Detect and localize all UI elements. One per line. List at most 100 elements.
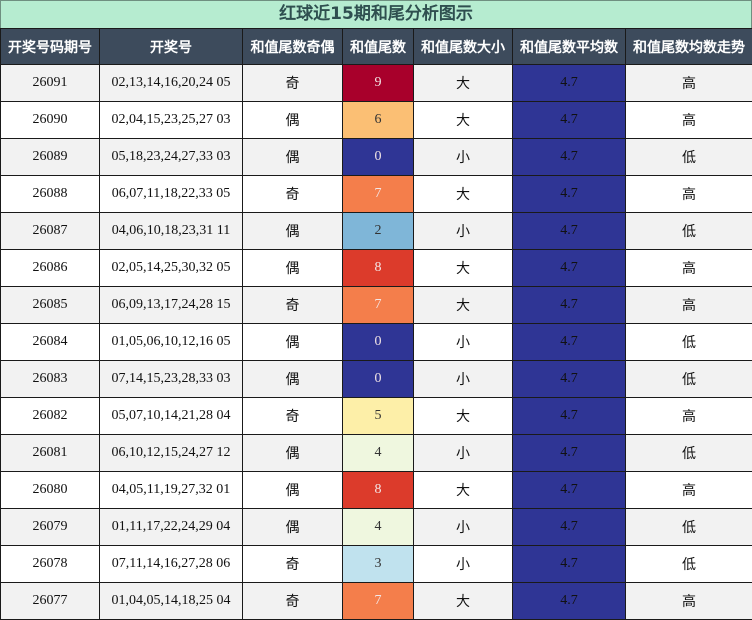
table-row: 2607807,11,14,16,27,28 06奇3小4.7低 bbox=[1, 546, 752, 583]
tail-cell: 7 bbox=[343, 583, 414, 620]
parity-cell: 偶 bbox=[243, 324, 343, 361]
numbers-cell: 06,10,12,15,24,27 12 bbox=[100, 435, 243, 472]
parity-cell: 偶 bbox=[243, 472, 343, 509]
header-tail: 和值尾数 bbox=[343, 29, 414, 65]
trend-cell: 低 bbox=[626, 324, 752, 361]
average-cell: 4.7 bbox=[513, 213, 626, 250]
table-row: 2608307,14,15,23,28,33 03偶0小4.7低 bbox=[1, 361, 752, 398]
parity-cell: 偶 bbox=[243, 250, 343, 287]
numbers-cell: 02,05,14,25,30,32 05 bbox=[100, 250, 243, 287]
tail-cell: 8 bbox=[343, 472, 414, 509]
numbers-cell: 01,04,05,14,18,25 04 bbox=[100, 583, 243, 620]
tail-cell: 6 bbox=[343, 102, 414, 139]
size-cell: 大 bbox=[414, 398, 513, 435]
numbers-cell: 06,09,13,17,24,28 15 bbox=[100, 287, 243, 324]
size-cell: 小 bbox=[414, 213, 513, 250]
header-trend: 和值尾数均数走势 bbox=[626, 29, 752, 65]
table-row: 2608506,09,13,17,24,28 15奇7大4.7高 bbox=[1, 287, 752, 324]
average-cell: 4.7 bbox=[513, 250, 626, 287]
header-average: 和值尾数平均数 bbox=[513, 29, 626, 65]
issue-cell: 26080 bbox=[1, 472, 100, 509]
parity-cell: 奇 bbox=[243, 287, 343, 324]
parity-cell: 偶 bbox=[243, 509, 343, 546]
trend-cell: 高 bbox=[626, 65, 752, 102]
trend-cell: 低 bbox=[626, 213, 752, 250]
issue-cell: 26081 bbox=[1, 435, 100, 472]
tail-cell: 2 bbox=[343, 213, 414, 250]
average-cell: 4.7 bbox=[513, 65, 626, 102]
issue-cell: 26089 bbox=[1, 139, 100, 176]
average-cell: 4.7 bbox=[513, 139, 626, 176]
parity-cell: 奇 bbox=[243, 583, 343, 620]
tail-cell: 7 bbox=[343, 176, 414, 213]
parity-cell: 奇 bbox=[243, 176, 343, 213]
size-cell: 小 bbox=[414, 139, 513, 176]
numbers-cell: 07,14,15,23,28,33 03 bbox=[100, 361, 243, 398]
size-cell: 小 bbox=[414, 324, 513, 361]
trend-cell: 高 bbox=[626, 472, 752, 509]
issue-cell: 26084 bbox=[1, 324, 100, 361]
analysis-figure: 红球近15期和尾分析图示 开奖号码期号 开奖号 和值尾数奇偶 和值尾数 和值尾数… bbox=[0, 0, 752, 618]
header-numbers: 开奖号 bbox=[100, 29, 243, 65]
trend-cell: 高 bbox=[626, 250, 752, 287]
trend-cell: 高 bbox=[626, 102, 752, 139]
trend-cell: 高 bbox=[626, 287, 752, 324]
size-cell: 大 bbox=[414, 583, 513, 620]
size-cell: 大 bbox=[414, 176, 513, 213]
parity-cell: 偶 bbox=[243, 139, 343, 176]
numbers-cell: 02,04,15,23,25,27 03 bbox=[100, 102, 243, 139]
issue-cell: 26087 bbox=[1, 213, 100, 250]
tail-cell: 7 bbox=[343, 287, 414, 324]
parity-cell: 偶 bbox=[243, 102, 343, 139]
tail-cell: 5 bbox=[343, 398, 414, 435]
parity-cell: 奇 bbox=[243, 65, 343, 102]
trend-cell: 高 bbox=[626, 583, 752, 620]
average-cell: 4.7 bbox=[513, 509, 626, 546]
numbers-cell: 01,05,06,10,12,16 05 bbox=[100, 324, 243, 361]
numbers-cell: 04,05,11,19,27,32 01 bbox=[100, 472, 243, 509]
table-row: 2608806,07,11,18,22,33 05奇7大4.7高 bbox=[1, 176, 752, 213]
parity-cell: 奇 bbox=[243, 546, 343, 583]
size-cell: 大 bbox=[414, 65, 513, 102]
numbers-cell: 05,07,10,14,21,28 04 bbox=[100, 398, 243, 435]
issue-cell: 26086 bbox=[1, 250, 100, 287]
tail-cell: 4 bbox=[343, 509, 414, 546]
parity-cell: 偶 bbox=[243, 361, 343, 398]
figure-title: 红球近15期和尾分析图示 bbox=[0, 0, 752, 29]
issue-cell: 26085 bbox=[1, 287, 100, 324]
issue-cell: 26088 bbox=[1, 176, 100, 213]
numbers-cell: 01,11,17,22,24,29 04 bbox=[100, 509, 243, 546]
table-row: 2608401,05,06,10,12,16 05偶0小4.7低 bbox=[1, 324, 752, 361]
tail-cell: 9 bbox=[343, 65, 414, 102]
tail-cell: 3 bbox=[343, 546, 414, 583]
size-cell: 小 bbox=[414, 361, 513, 398]
table-row: 2609102,13,14,16,20,24 05奇9大4.7高 bbox=[1, 65, 752, 102]
tail-cell: 0 bbox=[343, 139, 414, 176]
tail-cell: 4 bbox=[343, 435, 414, 472]
average-cell: 4.7 bbox=[513, 546, 626, 583]
average-cell: 4.7 bbox=[513, 398, 626, 435]
tail-cell: 0 bbox=[343, 361, 414, 398]
average-cell: 4.7 bbox=[513, 583, 626, 620]
issue-cell: 26079 bbox=[1, 509, 100, 546]
table-row: 2608205,07,10,14,21,28 04奇5大4.7高 bbox=[1, 398, 752, 435]
trend-cell: 低 bbox=[626, 435, 752, 472]
issue-cell: 26078 bbox=[1, 546, 100, 583]
header-parity: 和值尾数奇偶 bbox=[243, 29, 343, 65]
numbers-cell: 02,13,14,16,20,24 05 bbox=[100, 65, 243, 102]
table-row: 2608106,10,12,15,24,27 12偶4小4.7低 bbox=[1, 435, 752, 472]
trend-cell: 低 bbox=[626, 546, 752, 583]
trend-cell: 高 bbox=[626, 398, 752, 435]
parity-cell: 奇 bbox=[243, 398, 343, 435]
average-cell: 4.7 bbox=[513, 472, 626, 509]
header-row: 开奖号码期号 开奖号 和值尾数奇偶 和值尾数 和值尾数大小 和值尾数平均数 和值… bbox=[1, 29, 752, 65]
table-row: 2608905,18,23,24,27,33 03偶0小4.7低 bbox=[1, 139, 752, 176]
size-cell: 大 bbox=[414, 472, 513, 509]
average-cell: 4.7 bbox=[513, 435, 626, 472]
table-row: 2608602,05,14,25,30,32 05偶8大4.7高 bbox=[1, 250, 752, 287]
size-cell: 小 bbox=[414, 509, 513, 546]
numbers-cell: 06,07,11,18,22,33 05 bbox=[100, 176, 243, 213]
header-size: 和值尾数大小 bbox=[414, 29, 513, 65]
table-row: 2608004,05,11,19,27,32 01偶8大4.7高 bbox=[1, 472, 752, 509]
trend-cell: 低 bbox=[626, 139, 752, 176]
